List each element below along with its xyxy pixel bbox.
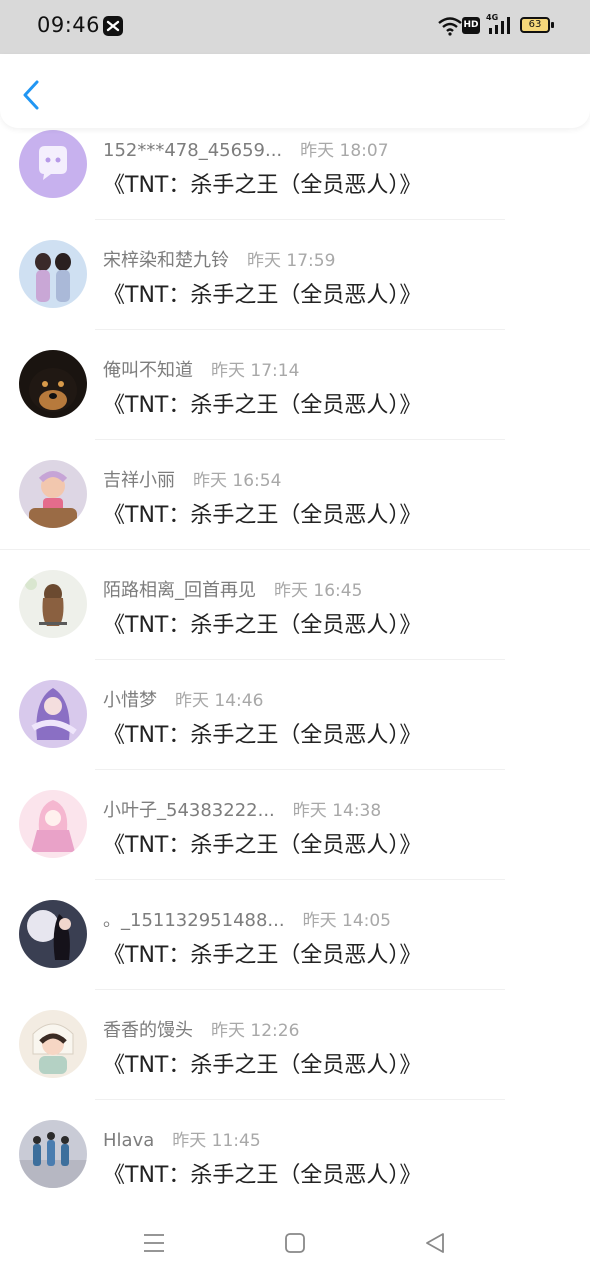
status-time: 09:46 (37, 13, 101, 37)
home-button[interactable] (284, 1232, 306, 1258)
menu-icon (144, 1234, 164, 1252)
divider (0, 549, 590, 550)
divider (95, 989, 505, 990)
menu-button[interactable] (143, 1232, 165, 1258)
hd-badge: HD (462, 17, 480, 34)
message-text: 《TNT：杀手之王（全员恶人）》 (103, 503, 422, 528)
divider (95, 879, 505, 880)
avatar (19, 240, 87, 308)
user-name: 152***478_45659... (103, 140, 283, 161)
divider (95, 1099, 505, 1100)
list-item[interactable]: 小叶子_54383222... 昨天 14:38 《TNT：杀手之王（全员恶人）》 (0, 780, 590, 890)
message-text: 《TNT：杀手之王（全员恶人）》 (103, 173, 422, 198)
message-list[interactable]: 152***478_45659... 昨天 18:07 《TNT：杀手之王（全员恶… (0, 120, 590, 1210)
wifi-icon (438, 17, 462, 36)
avatar (19, 1120, 87, 1188)
top-header (0, 54, 590, 128)
avatar (19, 680, 87, 748)
user-name: 俺叫不知道 (103, 360, 193, 381)
divider (95, 659, 505, 660)
avatar (19, 350, 87, 418)
message-text: 《TNT：杀手之王（全员恶人）》 (103, 283, 422, 308)
user-name: 吉祥小丽 (103, 470, 175, 491)
app-notification-icon (103, 16, 123, 36)
message-text: 《TNT：杀手之王（全员恶人）》 (103, 1163, 422, 1188)
list-item[interactable]: 宋梓染和楚九铃 昨天 17:59 《TNT：杀手之王（全员恶人）》 (0, 230, 590, 340)
user-name: Hlava (103, 1130, 155, 1151)
timestamp: 昨天 12:26 (211, 1021, 300, 1041)
back-triangle-icon (426, 1233, 444, 1253)
user-name: 香香的馒头 (103, 1020, 193, 1041)
back-nav-button[interactable] (424, 1232, 446, 1258)
system-nav-bar (0, 1210, 590, 1280)
message-text: 《TNT：杀手之王（全员恶人）》 (103, 723, 422, 748)
divider (95, 769, 505, 770)
user-name: 陌路相离_回首再见 (103, 580, 256, 601)
network-type-label: 4G (486, 13, 499, 22)
avatar (19, 570, 87, 638)
timestamp: 昨天 17:59 (247, 251, 336, 271)
message-text: 《TNT：杀手之王（全员恶人）》 (103, 943, 422, 968)
chevron-left-icon (23, 80, 39, 110)
avatar (19, 130, 87, 198)
timestamp: 昨天 14:38 (292, 801, 382, 821)
user-name: 小惜梦 (103, 690, 157, 711)
user-name: 。_151132951488... (103, 910, 285, 931)
avatar (19, 790, 87, 858)
timestamp: 昨天 14:05 (302, 911, 391, 931)
home-square-icon (285, 1233, 305, 1253)
list-item[interactable]: 小惜梦 昨天 14:46 《TNT：杀手之王（全员恶人）》 (0, 670, 590, 780)
message-text: 《TNT：杀手之王（全员恶人）》 (103, 393, 422, 418)
user-name: 小叶子_54383222... (103, 800, 275, 821)
avatar (19, 460, 87, 528)
avatar (19, 900, 87, 968)
list-item[interactable]: 香香的馒头 昨天 12:26 《TNT：杀手之王（全员恶人）》 (0, 1000, 590, 1110)
user-name: 宋梓染和楚九铃 (103, 250, 229, 271)
timestamp: 昨天 17:14 (211, 361, 300, 381)
list-item[interactable]: 俺叫不知道 昨天 17:14 《TNT：杀手之王（全员恶人）》 (0, 340, 590, 450)
list-item[interactable]: 。_151132951488... 昨天 14:05 《TNT：杀手之王（全员恶人… (0, 890, 590, 1000)
message-text: 《TNT：杀手之王（全员恶人）》 (103, 833, 422, 858)
timestamp: 昨天 18:07 (300, 141, 389, 161)
timestamp: 昨天 11:45 (172, 1131, 261, 1151)
timestamp: 昨天 16:45 (274, 581, 363, 601)
message-text: 《TNT：杀手之王（全员恶人）》 (103, 613, 422, 638)
status-bar: 09:46 HD 4G 63 (0, 0, 590, 54)
timestamp: 昨天 14:46 (175, 691, 264, 711)
list-item[interactable]: 152***478_45659... 昨天 18:07 《TNT：杀手之王（全员恶… (0, 120, 590, 230)
divider (95, 219, 505, 220)
divider (95, 329, 505, 330)
divider (95, 439, 505, 440)
battery-level: 63 (528, 19, 542, 30)
timestamp: 昨天 16:54 (193, 471, 282, 491)
avatar (19, 1010, 87, 1078)
back-button[interactable] (18, 78, 48, 112)
list-item[interactable]: 吉祥小丽 昨天 16:54 《TNT：杀手之王（全员恶人）》 (0, 450, 590, 560)
battery-tip (551, 22, 554, 28)
list-item[interactable]: Hlava 昨天 11:45 《TNT：杀手之王（全员恶人）》 (0, 1110, 590, 1210)
battery-icon: 63 (520, 17, 550, 33)
list-item[interactable]: 陌路相离_回首再见 昨天 16:45 《TNT：杀手之王（全员恶人）》 (0, 560, 590, 670)
message-text: 《TNT：杀手之王（全员恶人）》 (103, 1053, 422, 1078)
